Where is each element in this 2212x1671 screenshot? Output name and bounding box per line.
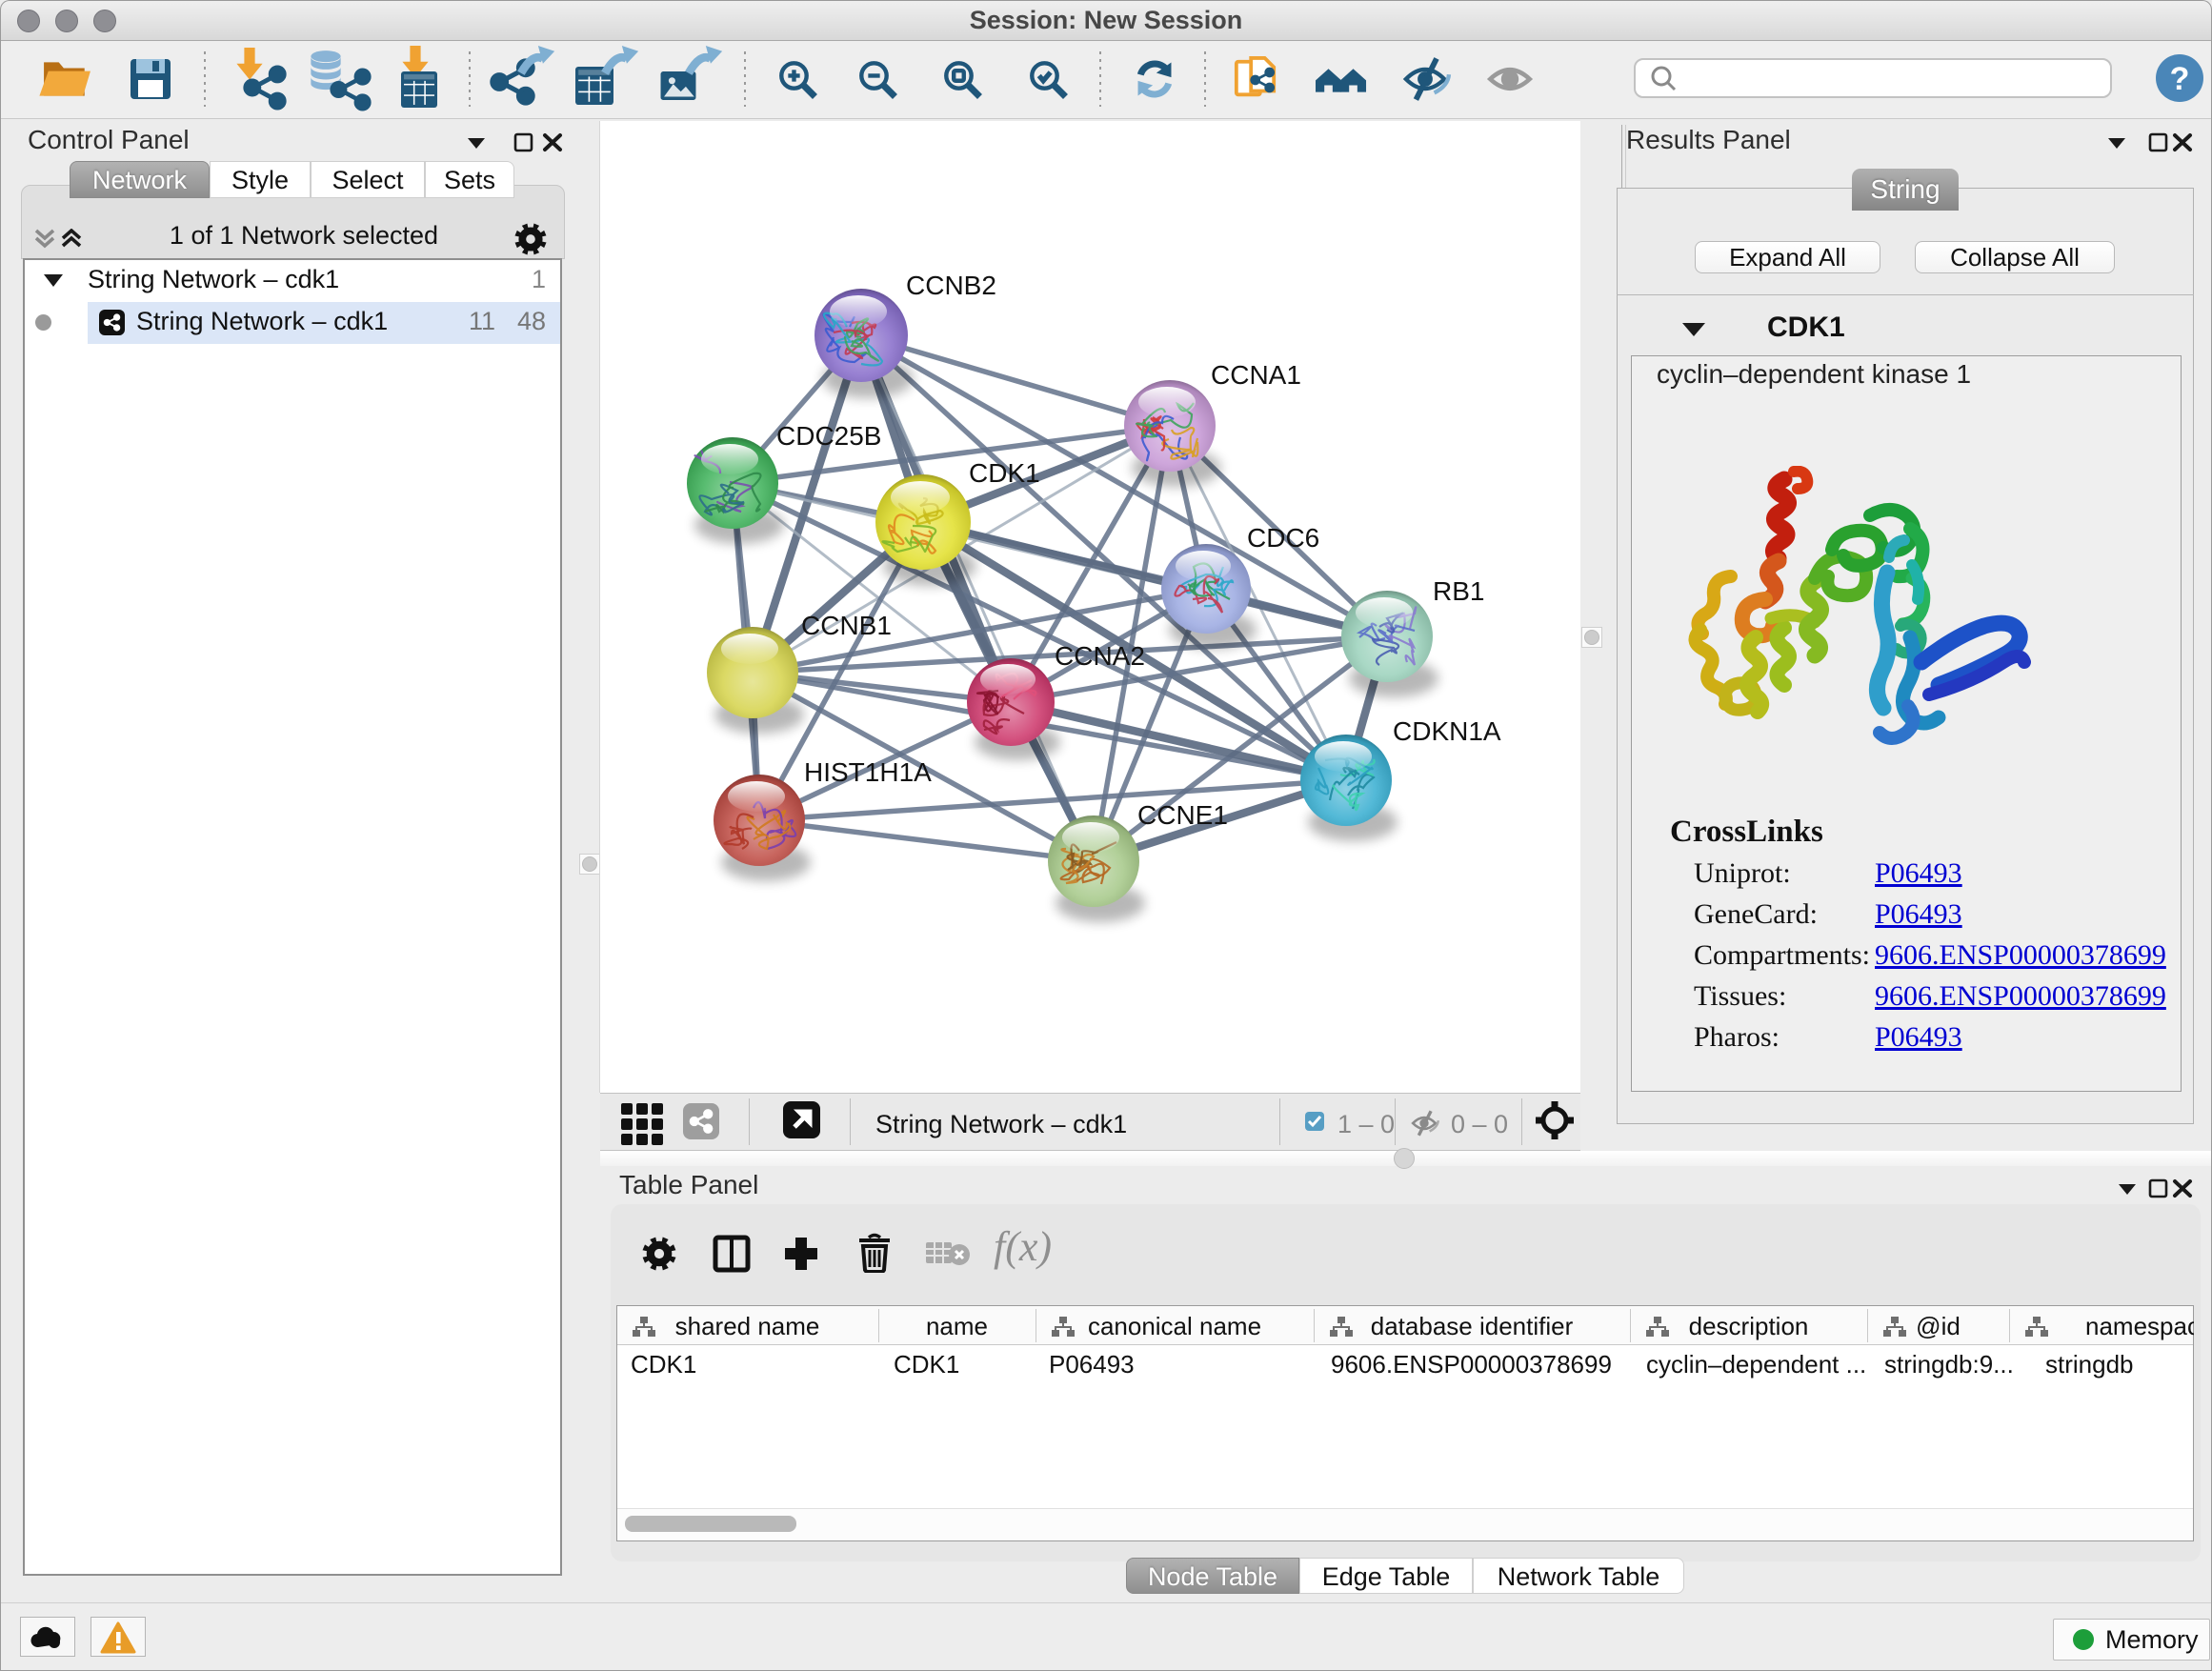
svg-text:CCNA2: CCNA2 <box>1055 641 1145 671</box>
svg-text:?: ? <box>2170 61 2190 97</box>
svg-text:RB1: RB1 <box>1433 576 1484 606</box>
svg-text:CCNB1: CCNB1 <box>801 611 892 640</box>
svg-text:CDC6: CDC6 <box>1247 523 1319 553</box>
svg-text:CCNB2: CCNB2 <box>906 271 996 300</box>
svg-text:CCNE1: CCNE1 <box>1137 800 1228 830</box>
svg-text:HIST1H1A: HIST1H1A <box>804 757 932 787</box>
svg-text:CDKN1A: CDKN1A <box>1393 716 1501 746</box>
svg-text:CDC25B: CDC25B <box>776 421 881 451</box>
svg-text:CDK1: CDK1 <box>969 458 1040 488</box>
svg-text:CCNA1: CCNA1 <box>1211 360 1301 390</box>
